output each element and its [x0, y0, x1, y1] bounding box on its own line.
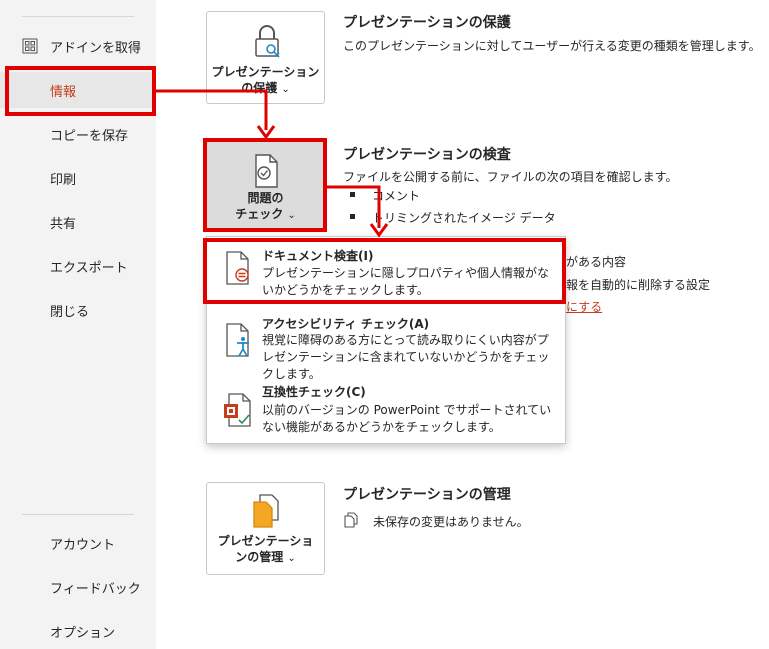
annotation-arrow [156, 89, 268, 130]
annotation-arrows [156, 89, 389, 238]
annotation-arrow [327, 185, 381, 228]
